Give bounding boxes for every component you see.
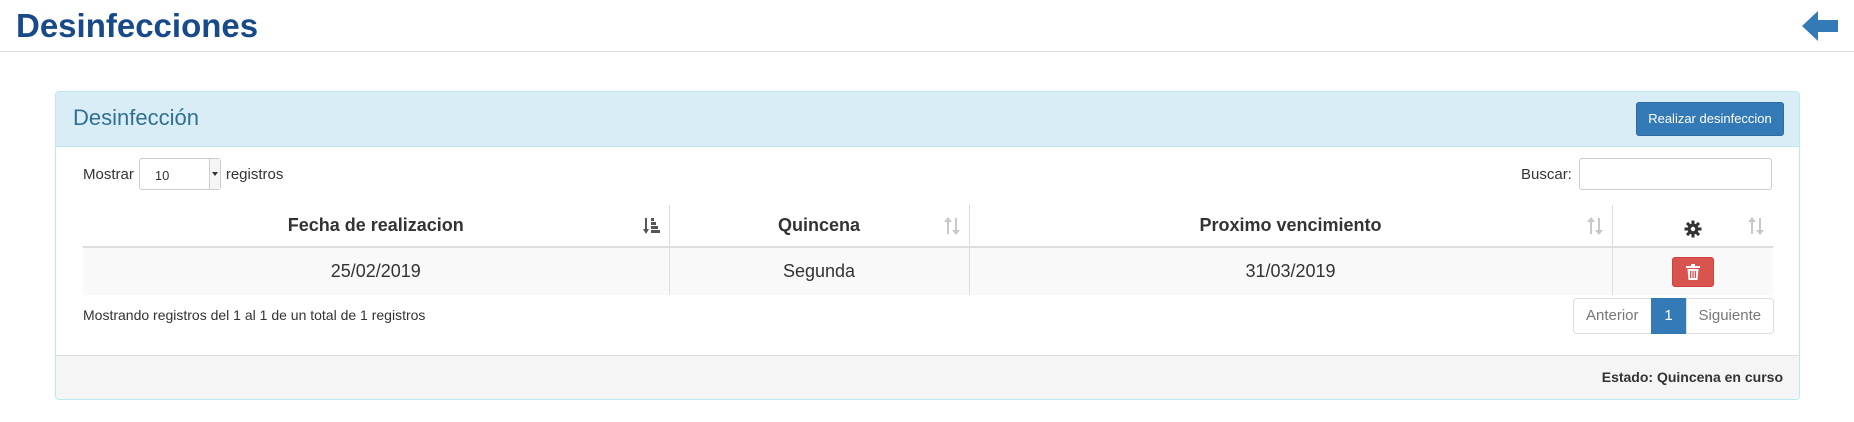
panel-body: Mostrar 10 registros Buscar: Fecha de re…: [56, 148, 1799, 345]
column-header-label: Quincena: [777, 215, 861, 235]
table-info: Mostrando registros del 1 al 1 de un tot…: [83, 307, 426, 323]
pagination-page-1[interactable]: 1: [1650, 298, 1687, 334]
search-control: Buscar:: [1521, 158, 1772, 190]
pagination-previous[interactable]: Anterior: [1573, 298, 1652, 334]
panel-heading: Desinfección Realizar desinfeccion: [56, 92, 1799, 147]
column-header-vencimiento[interactable]: Proximo vencimiento: [968, 205, 1612, 248]
desinfeccion-panel: Desinfección Realizar desinfeccion Mostr…: [55, 91, 1800, 400]
page-header: Desinfecciones: [0, 0, 1854, 52]
page-title: Desinfecciones: [16, 7, 259, 44]
sort-both-icon: [1748, 217, 1764, 235]
panel-footer: Estado: Quincena en curso: [56, 355, 1799, 399]
length-control: Mostrar 10 registros: [83, 158, 283, 190]
panel-title: Desinfección: [73, 105, 199, 130]
cell-quincena: Segunda: [668, 247, 969, 295]
column-header-quincena[interactable]: Quincena: [668, 205, 969, 248]
page-length-select[interactable]: 10: [138, 158, 221, 190]
table-row: 25/02/2019 Segunda 31/03/2019: [83, 247, 1773, 295]
length-prefix-label: Mostrar: [83, 165, 134, 183]
gear-icon: [1684, 220, 1702, 237]
page-length-value: 10: [154, 168, 170, 183]
realizar-desinfeccion-button[interactable]: Realizar desinfeccion: [1636, 102, 1784, 136]
sort-both-icon: [943, 217, 960, 235]
column-header-actions[interactable]: [1611, 205, 1773, 248]
cell-vencimiento: 31/03/2019: [968, 247, 1612, 295]
desinfecciones-table: Fecha de realizacion Quincena Proximo ve…: [83, 205, 1773, 295]
column-header-label: Proximo vencimiento: [1199, 215, 1382, 235]
sort-both-icon: [1586, 217, 1603, 235]
length-suffix-label: registros: [225, 165, 284, 183]
cell-actions: [1611, 247, 1773, 295]
pagination: Anterior 1 Siguiente: [1573, 298, 1775, 334]
cell-fecha: 25/02/2019: [83, 247, 669, 295]
search-label: Buscar:: [1521, 165, 1572, 183]
table-header-row: Fecha de realizacion Quincena Proximo ve…: [83, 205, 1773, 248]
chevron-down-icon: [208, 159, 220, 189]
pagination-next[interactable]: Siguiente: [1685, 298, 1775, 334]
search-input[interactable]: [1578, 158, 1772, 190]
sort-asc-icon: [642, 218, 660, 234]
column-header-fecha[interactable]: Fecha de realizacion: [83, 205, 669, 248]
delete-button[interactable]: [1671, 256, 1714, 287]
status-text: Estado: Quincena en curso: [1601, 369, 1783, 385]
column-header-label: Fecha de realizacion: [287, 215, 464, 235]
arrow-left-icon[interactable]: [1800, 8, 1840, 44]
trash-icon: [1685, 263, 1700, 280]
